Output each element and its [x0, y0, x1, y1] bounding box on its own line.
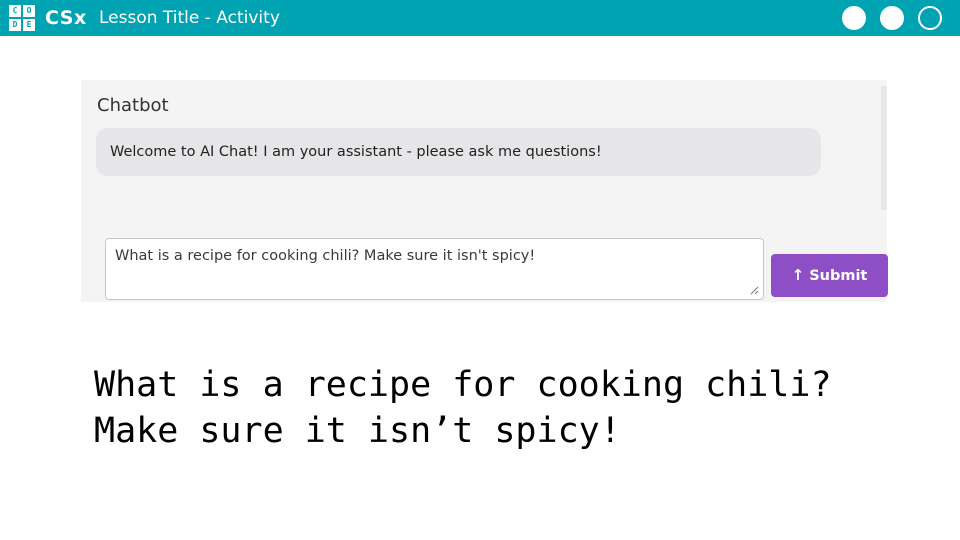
prompt-caption-line-2: Make sure it isn’t spicy!	[94, 411, 621, 451]
logo-letter-d: D	[9, 19, 21, 31]
prompt-caption: What is a recipe for cooking chili? Make…	[94, 362, 934, 454]
logo-letter-e: E	[23, 19, 35, 31]
submit-label: Submit	[809, 267, 868, 284]
chatbot-title: Chatbot	[97, 95, 169, 116]
prompt-caption-line-1: What is a recipe for cooking chili?	[94, 365, 832, 405]
progress-dot-2[interactable]	[880, 6, 904, 30]
logo-letter-c: C	[9, 5, 21, 17]
top-bar: C O D E CSx Lesson Title - Activity	[0, 0, 960, 36]
code-logo: C O D E	[9, 5, 35, 31]
chat-input[interactable]: What is a recipe for cooking chili? Make…	[105, 238, 764, 300]
resize-handle-icon[interactable]	[750, 286, 759, 295]
assistant-message-bubble: Welcome to AI Chat! I am your assistant …	[96, 128, 821, 176]
submit-button[interactable]: ↑ Submit	[771, 254, 888, 297]
chat-input-text[interactable]: What is a recipe for cooking chili? Make…	[115, 246, 754, 266]
arrow-up-icon: ↑	[791, 266, 805, 284]
scrollbar[interactable]	[881, 86, 887, 210]
brand-name: CSx	[45, 7, 87, 29]
logo-letter-o: O	[23, 5, 35, 17]
assistant-message-text: Welcome to AI Chat! I am your assistant …	[110, 144, 602, 160]
lesson-title: Lesson Title - Activity	[99, 8, 280, 28]
progress-dot-1[interactable]	[842, 6, 866, 30]
progress-dot-3[interactable]	[918, 6, 942, 30]
